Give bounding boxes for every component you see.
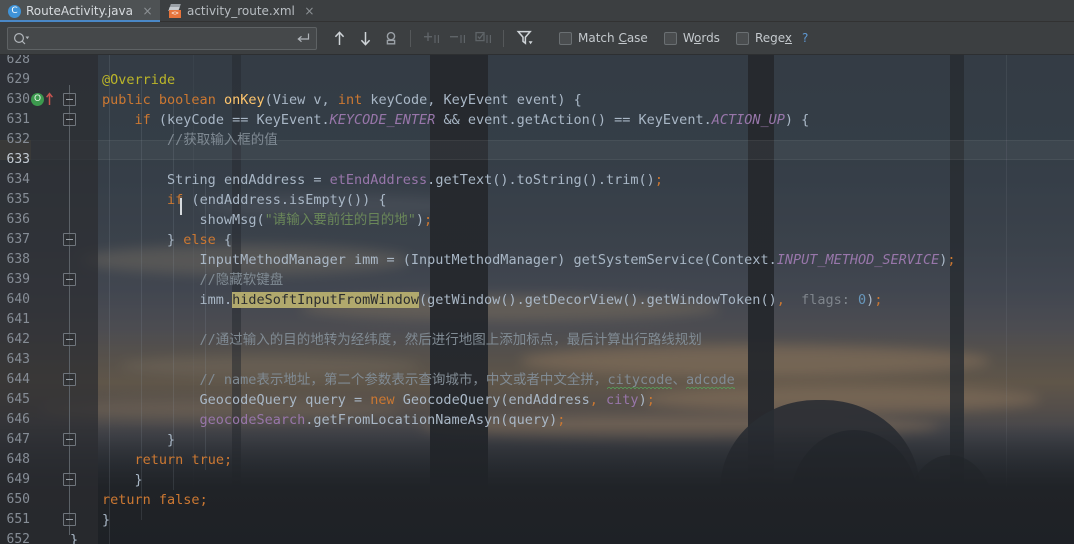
code-line[interactable]: GeocodeQuery query = new GeocodeQuery(en…: [102, 390, 1074, 410]
tab-routeactivity-java[interactable]: C RouteActivity.java ×: [0, 0, 160, 22]
code-line[interactable]: @Override: [102, 70, 1074, 90]
checkbox-label: Match Case: [578, 31, 648, 45]
checkbox-box[interactable]: [735, 31, 749, 45]
parameter-inlay-hint: flags:: [801, 292, 850, 308]
code-line[interactable]: return true;: [102, 450, 1074, 470]
toolbar-separator: [410, 29, 411, 47]
code-line[interactable]: public boolean onKey(View v, int keyCode…: [102, 90, 1074, 110]
find-toolbar: Match Case Words Regex ?: [0, 22, 1074, 55]
search-input[interactable]: [30, 27, 296, 49]
java-class-icon: C: [8, 4, 21, 18]
search-icon[interactable]: [13, 32, 30, 45]
regex-checkbox[interactable]: Regex: [735, 31, 793, 45]
code-line[interactable]: }: [102, 510, 1074, 530]
code-text-area[interactable]: @Override public boolean onKey(View v, i…: [0, 55, 1074, 544]
filter-icon[interactable]: [513, 26, 537, 50]
regex-help-icon[interactable]: ?: [802, 31, 808, 45]
code-line[interactable]: String endAddress = etEndAddress.getText…: [102, 170, 1074, 190]
typo-underline: adcode: [685, 372, 735, 388]
code-line[interactable]: return false;: [102, 490, 1074, 510]
code-line[interactable]: geocodeSearch.getFromLocationNameAsyn(qu…: [102, 410, 1074, 430]
tab-label: activity_route.xml: [186, 4, 295, 18]
find-previous-button[interactable]: [327, 26, 351, 50]
code-line-comment[interactable]: // name表示地址，第二个参数表示查询城市，中文或者中文全拼，citycod…: [102, 370, 1074, 390]
match-case-checkbox[interactable]: Match Case: [559, 31, 648, 45]
tab-activity-route-xml[interactable]: <> activity_route.xml ×: [160, 0, 322, 22]
code-line[interactable]: }: [102, 470, 1074, 490]
code-line[interactable]: }: [70, 530, 1074, 544]
remove-selection-icon: [446, 26, 470, 50]
checkbox-box[interactable]: [663, 31, 677, 45]
code-editor[interactable]: 628 629 630 631 632 633 634 635 636 637 …: [0, 55, 1074, 544]
add-selection-icon: [420, 26, 444, 50]
checkbox-label: Words: [682, 31, 720, 45]
words-checkbox[interactable]: Words: [663, 31, 720, 45]
close-icon[interactable]: ×: [304, 5, 315, 17]
code-line[interactable]: }: [102, 430, 1074, 450]
code-line[interactable]: if (endAddress.isEmpty()) {: [102, 190, 1074, 210]
search-match-highlight: hideSoftInputFromWindow: [232, 292, 420, 308]
toolbar-separator: [503, 29, 504, 47]
code-line-comment[interactable]: //通过输入的目的地转为经纬度，然后进行地图上添加标点，最后计算出行路线规划: [102, 330, 1074, 350]
checkbox-box[interactable]: [559, 31, 572, 45]
select-matches-icon: [472, 26, 496, 50]
xml-badge: <>: [168, 10, 181, 18]
select-all-occurrences-button[interactable]: [379, 26, 403, 50]
find-next-button[interactable]: [353, 26, 377, 50]
checkbox-label: Regex: [754, 31, 793, 45]
editor-window: C RouteActivity.java × <> activity_route…: [0, 0, 1074, 544]
code-line[interactable]: showMsg("请输入要前往的目的地");: [102, 210, 1074, 230]
code-line[interactable]: if (keyCode == KeyEvent.KEYCODE_ENTER &&…: [102, 110, 1074, 130]
editor-tab-bar: C RouteActivity.java × <> activity_route…: [0, 0, 1074, 22]
android-layout-xml-icon: <>: [168, 4, 182, 18]
typo-underline: citycode: [607, 372, 673, 388]
code-line-current[interactable]: [102, 150, 1074, 170]
code-line[interactable]: imm.hideSoftInputFromWindow(getWindow().…: [102, 290, 1074, 310]
code-line-comment[interactable]: //隐藏软键盘: [102, 270, 1074, 290]
enter-return-icon: [296, 32, 310, 44]
search-field[interactable]: [7, 26, 317, 50]
code-line[interactable]: InputMethodManager imm = (InputMethodMan…: [102, 250, 1074, 270]
code-line[interactable]: } else {: [102, 230, 1074, 250]
code-line-comment[interactable]: //获取输入框的值: [102, 130, 1074, 150]
close-icon[interactable]: ×: [142, 5, 153, 17]
tab-label: RouteActivity.java: [26, 4, 133, 18]
